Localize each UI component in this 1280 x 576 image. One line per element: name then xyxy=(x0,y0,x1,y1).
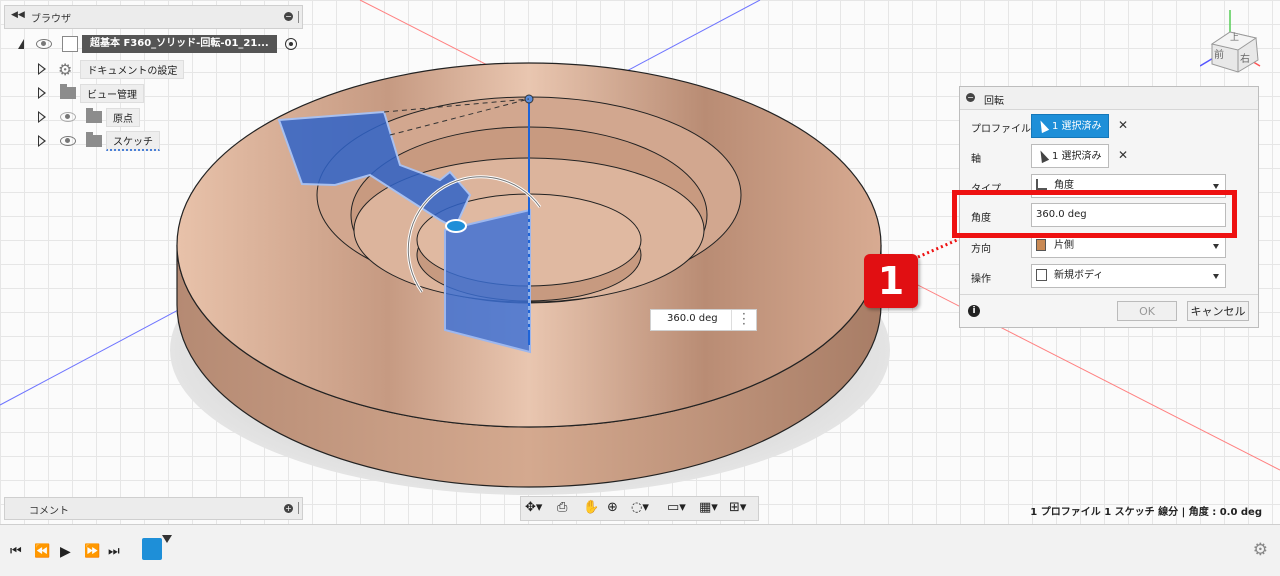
clear-x-icon[interactable]: ✕ xyxy=(1118,148,1128,162)
root-component-label[interactable]: 超基本 F360_ソリッド-回転-01_21... xyxy=(82,35,277,53)
step-back-icon[interactable]: ⏪ xyxy=(34,544,50,559)
chevron-down-icon xyxy=(1213,274,1219,279)
browser-root-row[interactable]: 超基本 F360_ソリッド-回転-01_21... xyxy=(18,35,297,53)
pan-hand-icon[interactable]: ✋ xyxy=(583,500,601,516)
viewcube-front-label: 前 xyxy=(1214,50,1224,61)
axis-row: 軸 1 選択済み ✕ xyxy=(960,142,1258,170)
viewports-icon[interactable]: ⊞▾ xyxy=(729,500,747,516)
operation-label: 操作 xyxy=(971,274,991,285)
ok-button[interactable]: OK xyxy=(1117,301,1177,321)
plus-circle-icon[interactable]: + xyxy=(284,504,293,513)
eye-icon[interactable] xyxy=(60,136,76,146)
panel-divider xyxy=(298,11,299,23)
collapsed-triangle-icon[interactable] xyxy=(36,63,48,75)
angle-highlight-box xyxy=(952,190,1237,238)
chevron-down-icon xyxy=(1213,184,1219,189)
direction-value: 片側 xyxy=(1054,240,1074,251)
axis-label: 軸 xyxy=(971,154,981,165)
info-icon[interactable]: i xyxy=(968,305,980,317)
collapsed-triangle-icon[interactable] xyxy=(36,87,48,99)
profile-value: 1 選択済み xyxy=(1052,121,1102,132)
collapse-left-icon[interactable]: ◀◀ xyxy=(11,10,25,20)
minus-circle-icon[interactable]: − xyxy=(284,12,293,21)
clear-x-icon[interactable]: ✕ xyxy=(1118,118,1128,132)
go-to-start-icon[interactable]: ⏮ xyxy=(10,544,22,559)
new-body-icon xyxy=(1036,269,1047,281)
zoom-icon[interactable]: ⊕ xyxy=(607,500,625,516)
dialog-footer: i OK キャンセル xyxy=(960,294,1258,328)
activate-radio-icon[interactable] xyxy=(284,38,297,50)
angle-handle xyxy=(445,219,467,233)
eye-icon[interactable] xyxy=(36,39,52,49)
browser-item-label: スケッチ xyxy=(106,131,160,151)
profile-select-button[interactable]: 1 選択済み xyxy=(1031,114,1109,138)
axis-value: 1 選択済み xyxy=(1052,151,1102,162)
profile-row: プロファイル 1 選択済み ✕ xyxy=(960,112,1258,140)
operation-dropdown[interactable]: 新規ボディ xyxy=(1031,264,1226,288)
folder-icon xyxy=(60,84,76,99)
operation-row: 操作 新規ボディ xyxy=(960,262,1258,290)
browser-item-named-views[interactable]: ビュー管理 xyxy=(36,83,144,103)
axis-select-button[interactable]: 1 選択済み xyxy=(1031,144,1109,168)
timeline-marker[interactable] xyxy=(162,535,172,543)
direction-icon xyxy=(1036,239,1046,251)
direction-label: 方向 xyxy=(971,244,991,255)
browser-title: ブラウザ xyxy=(31,14,71,25)
operation-value: 新規ボディ xyxy=(1054,270,1104,281)
more-icon[interactable] xyxy=(731,310,732,330)
browser-item-label: 原点 xyxy=(106,107,140,127)
callout-badge: 1 xyxy=(864,254,918,308)
minus-circle-icon[interactable]: − xyxy=(966,93,975,102)
browser-item-sketches[interactable]: スケッチ xyxy=(36,131,160,151)
display-settings-icon[interactable]: ▭▾ xyxy=(667,500,686,516)
dialog-title: 回転 xyxy=(984,96,1004,107)
viewcube-right-label: 右 xyxy=(1240,54,1250,65)
grid-settings-icon[interactable]: ▦▾ xyxy=(699,500,718,516)
canvas-viewport[interactable]: 前 右 上 360.0 deg · · · ◀◀ ブラウザ − 超基本 F360_ソ… xyxy=(0,0,1280,524)
browser-item-origin[interactable]: 原点 xyxy=(36,107,140,127)
comments-title: コメント xyxy=(29,506,69,517)
cursor-icon xyxy=(1036,118,1050,134)
view-cube[interactable]: 前 右 上 xyxy=(1199,8,1270,78)
collapsed-triangle-icon[interactable] xyxy=(36,111,48,123)
timeline-settings-gear-icon[interactable]: ⚙ xyxy=(1253,540,1268,560)
kebab-icon[interactable]: · · · xyxy=(742,308,746,330)
viewcube-top-label: 上 xyxy=(1230,33,1240,43)
expanded-triangle-icon[interactable] xyxy=(18,39,24,49)
fit-icon[interactable]: ◌▾ xyxy=(631,500,649,516)
comments-header[interactable]: コメント + xyxy=(4,497,303,520)
eye-hidden-icon[interactable] xyxy=(60,112,76,122)
browser-item-label: ドキュメントの設定 xyxy=(80,59,185,79)
angle-type-icon xyxy=(1036,179,1047,190)
gear-icon: ⚙ xyxy=(58,59,73,79)
selection-status: 1 プロファイル 1 スケッチ 線分 | 角度 : 0.0 deg xyxy=(1030,507,1262,518)
orbit-icon[interactable]: ✥▾ xyxy=(525,500,543,516)
chevron-down-icon xyxy=(1213,244,1219,249)
play-icon[interactable]: ▶ xyxy=(60,544,71,560)
folder-icon xyxy=(86,108,102,123)
cursor-icon xyxy=(1036,148,1050,164)
step-forward-icon[interactable]: ⏩ xyxy=(84,544,100,559)
cancel-button[interactable]: キャンセル xyxy=(1187,301,1249,321)
angle-floating-value: 360.0 deg xyxy=(667,313,718,324)
browser-item-document-settings[interactable]: ⚙ ドキュメントの設定 xyxy=(36,59,185,79)
timeline-sketch-feature[interactable] xyxy=(142,538,162,560)
dialog-header: − 回転 xyxy=(960,87,1258,110)
component-icon xyxy=(62,36,78,52)
callout-line xyxy=(917,238,958,259)
browser-header[interactable]: ◀◀ ブラウザ − xyxy=(4,5,303,29)
browser-item-label: ビュー管理 xyxy=(80,83,144,103)
panel-divider xyxy=(298,502,299,514)
collapsed-triangle-icon[interactable] xyxy=(36,135,48,147)
folder-icon xyxy=(86,132,102,147)
look-at-icon[interactable]: ⎙ xyxy=(557,500,575,516)
angle-floating-input[interactable]: 360.0 deg · · · xyxy=(650,308,757,331)
go-to-end-icon[interactable]: ⏭ xyxy=(108,544,120,559)
timeline-bar: ⏮ ⏪ ▶ ⏩ ⏭ ⚙ xyxy=(0,524,1280,576)
profile-label: プロファイル xyxy=(971,124,1031,135)
navigation-toolbar: ✥▾ ⎙ ✋ ⊕ ◌▾ ▭▾ ▦▾ ⊞▾ xyxy=(520,496,759,521)
